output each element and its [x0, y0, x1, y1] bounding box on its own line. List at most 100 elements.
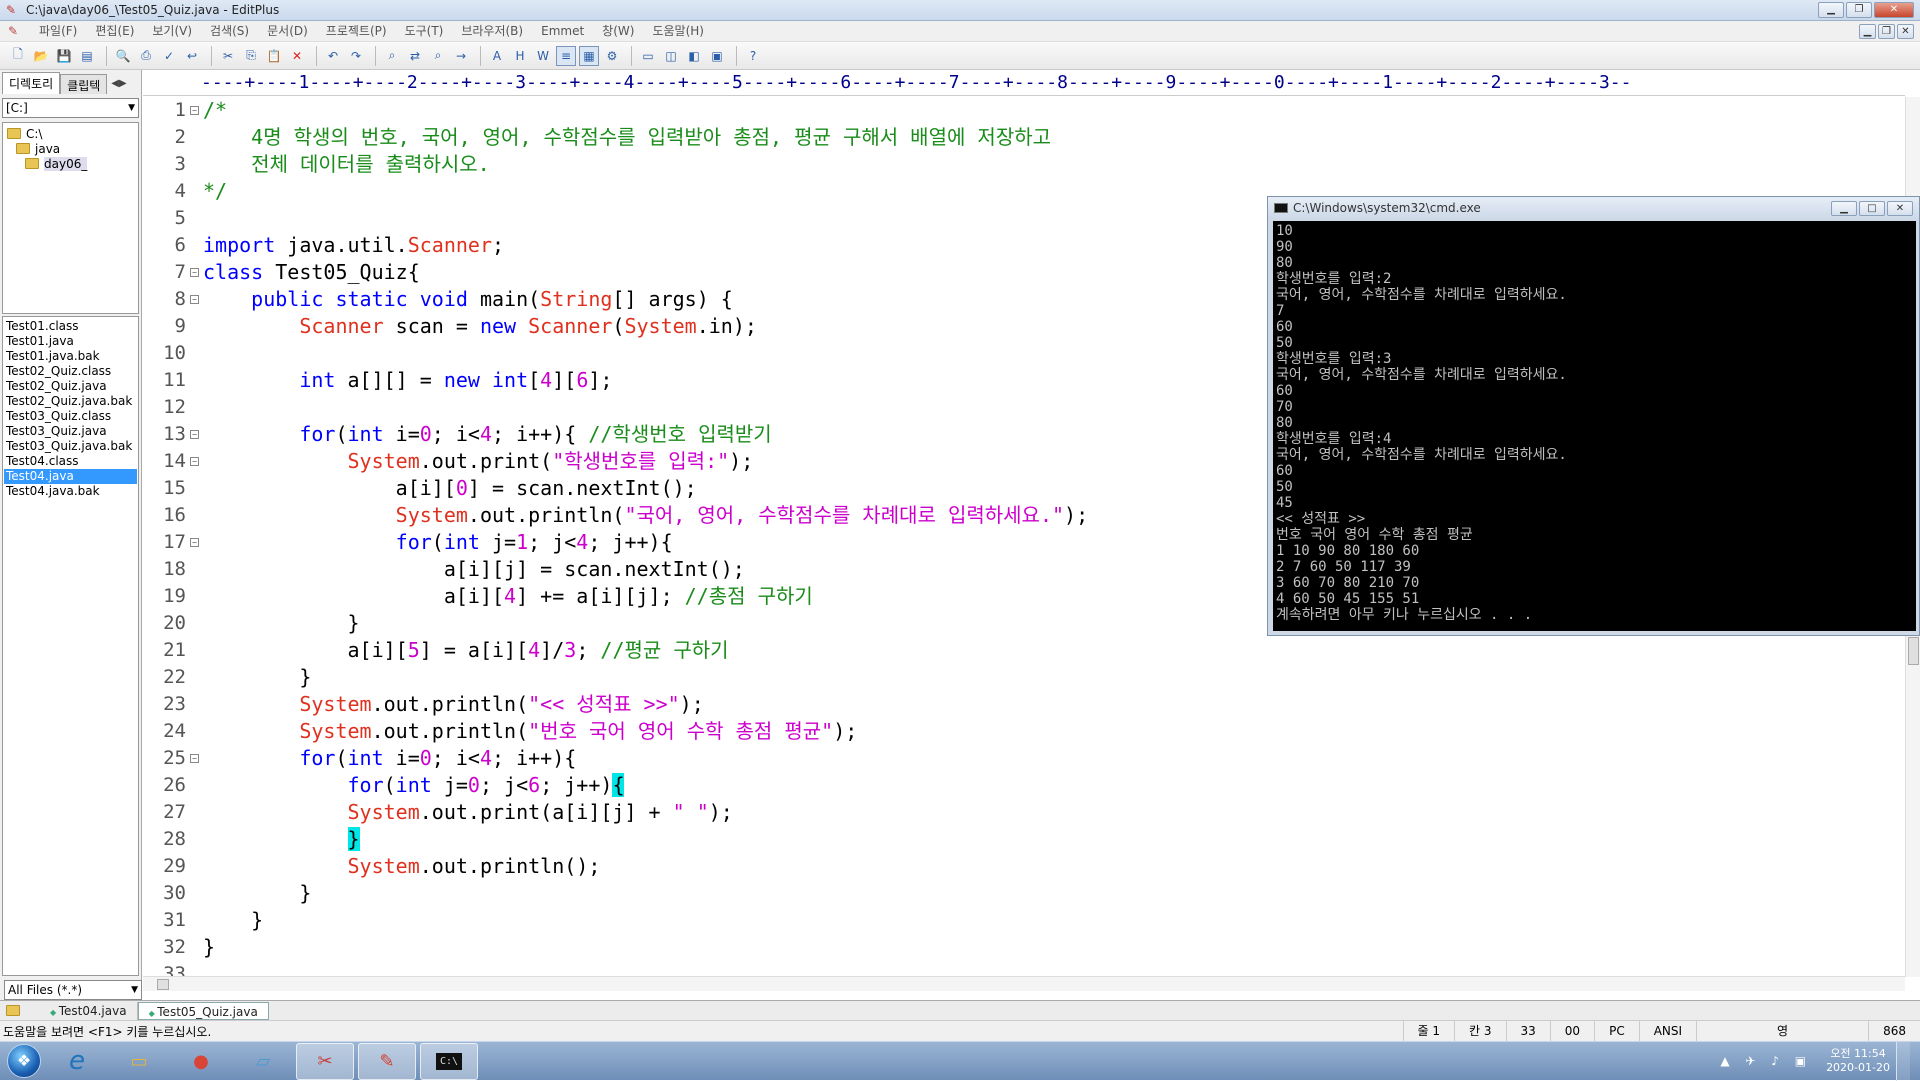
print-icon[interactable]: ⎙ — [136, 46, 156, 66]
menu-item[interactable]: 도움말(H) — [643, 21, 713, 42]
taskbar-app-button[interactable]: C:\ — [420, 1042, 478, 1080]
minimize-button[interactable]: ▁ — [1818, 2, 1844, 18]
horizontal-scrollbar[interactable] — [143, 976, 1905, 991]
scroll-thumb[interactable] — [157, 979, 169, 990]
file-item[interactable]: Test02_Quiz.class — [4, 364, 137, 379]
doc-close-button[interactable]: ✕ — [1897, 23, 1914, 39]
doc-minimize-button[interactable]: ▁ — [1859, 23, 1876, 39]
close-button[interactable]: ✕ — [1874, 2, 1914, 18]
word-wrap-icon[interactable]: ↩ — [182, 46, 202, 66]
help-icon[interactable]: ? — [743, 46, 763, 66]
file-item[interactable]: Test02_Quiz.java — [4, 379, 137, 394]
fold-toggle-icon[interactable]: − — [190, 268, 199, 277]
fold-toggle-icon[interactable]: − — [190, 538, 199, 547]
line-number-icon[interactable]: ≡ — [556, 45, 576, 66]
menu-item[interactable]: 도구(T) — [396, 21, 453, 42]
menu-item[interactable]: Emmet — [532, 21, 593, 42]
document-tabs: ◆ Test04.java ◆ Test05_Quiz.java — [0, 1000, 1920, 1020]
console-minimize-button[interactable]: ▁ — [1831, 200, 1857, 216]
tab-directory[interactable]: 디렉토리 — [2, 72, 61, 94]
wordwrap-icon[interactable]: W — [533, 46, 553, 66]
scroll-thumb[interactable] — [1908, 637, 1919, 665]
new-file-icon[interactable]: 🗋 — [8, 46, 28, 66]
paste-icon[interactable]: 📋 — [264, 46, 284, 66]
file-item[interactable]: Test03_Quiz.java.bak — [4, 439, 137, 454]
console-window[interactable]: C:\Windows\system32\cmd.exe ▁ □ ✕ 10 90 80… — [1267, 196, 1920, 636]
open-file-icon[interactable]: 📂 — [31, 46, 51, 66]
console-output[interactable]: 10 90 80 학생번호를 입력:2 국어, 영어, 수학점수를 차례대로 입력하세요… — [1273, 221, 1916, 631]
tree-item[interactable]: java — [7, 141, 134, 156]
file-item[interactable]: Test04.java — [4, 469, 137, 484]
layout-icon[interactable]: ▭ — [638, 46, 658, 66]
font-icon[interactable]: A — [487, 46, 507, 66]
taskbar-app-button[interactable]: ✎ — [358, 1042, 416, 1080]
undo-icon[interactable]: ↶ — [323, 46, 343, 66]
console-close-button[interactable]: ✕ — [1887, 200, 1913, 216]
file-item[interactable]: Test02_Quiz.java.bak — [4, 394, 137, 409]
spell-check-icon[interactable]: ✓ — [159, 46, 179, 66]
tab-scroll-arrows[interactable]: ◀▶ — [111, 74, 126, 94]
goto-icon[interactable]: → — [451, 46, 471, 66]
file-item[interactable]: Test01.java.bak — [4, 349, 137, 364]
menu-item[interactable]: 보기(V) — [143, 21, 201, 42]
cut-icon[interactable]: ✂ — [218, 46, 238, 66]
replace-icon[interactable]: ⇄ — [405, 46, 425, 66]
menu-item[interactable]: 창(W) — [593, 21, 643, 42]
tray-icons[interactable]: ▲ ✈ ♪ ▣ — [1720, 1054, 1812, 1068]
show-desktop-button[interactable] — [1896, 1041, 1910, 1081]
delete-icon[interactable]: ✕ — [287, 46, 307, 66]
taskbar-app-button[interactable]: ● — [172, 1043, 230, 1080]
print-preview-icon[interactable]: 🔍 — [113, 46, 133, 66]
save-icon[interactable]: 💾 — [54, 46, 74, 66]
start-button[interactable]: ❖ — [0, 1042, 48, 1080]
file-item[interactable]: Test03_Quiz.java — [4, 424, 137, 439]
file-item[interactable]: Test03_Quiz.class — [4, 409, 137, 424]
doc-restore-button[interactable]: ❐ — [1878, 23, 1895, 39]
taskbar-app-button[interactable]: e — [48, 1043, 106, 1080]
redo-icon[interactable]: ↷ — [346, 46, 366, 66]
taskbar-app-button[interactable]: ▭ — [110, 1043, 168, 1080]
menu-item[interactable]: 브라우저(B) — [452, 21, 532, 42]
output-icon[interactable]: ▣ — [707, 46, 727, 66]
file-filter-select[interactable]: All Files (*.*) ▼ — [4, 980, 142, 1000]
console-line: 학생번호를 입력:2 — [1276, 271, 1392, 287]
find-in-files-icon[interactable]: ⌕ — [428, 46, 448, 66]
save-all-icon[interactable]: ▤ — [77, 46, 97, 66]
file-item[interactable]: Test04.java.bak — [4, 484, 137, 499]
fold-toggle-icon[interactable]: − — [190, 106, 199, 115]
settings-icon[interactable]: ⚙ — [602, 46, 622, 66]
restore-button[interactable]: ❐ — [1846, 2, 1872, 18]
tree-item[interactable]: day06_ — [7, 156, 134, 171]
find-icon[interactable]: ⌕ — [382, 46, 402, 66]
drive-select[interactable]: [C:] ▼ — [2, 98, 139, 118]
fold-toggle-icon[interactable]: − — [190, 457, 199, 466]
split-icon[interactable]: ◫ — [661, 46, 681, 66]
menu-item[interactable]: 문서(D) — [258, 21, 317, 42]
taskbar-app-button[interactable]: ✂ — [296, 1042, 354, 1080]
fold-toggle-icon[interactable]: − — [190, 430, 199, 439]
file-item[interactable]: Test01.class — [4, 319, 137, 334]
document-menu-icon[interactable]: ✎ — [8, 24, 22, 38]
fold-toggle-icon[interactable]: − — [190, 295, 199, 304]
menu-item[interactable]: 프로젝트(P) — [317, 21, 396, 42]
copy-icon[interactable]: ⎘ — [241, 46, 261, 66]
menu-item[interactable]: 검색(S) — [201, 21, 258, 42]
menu-item[interactable]: 파일(F) — [30, 21, 86, 42]
console-maximize-button[interactable]: □ — [1859, 200, 1885, 216]
file-item[interactable]: Test01.java — [4, 334, 137, 349]
taskbar-app-button[interactable]: ▱ — [234, 1043, 292, 1080]
clock[interactable]: 오전 11:54 2020-01-20 — [1826, 1047, 1890, 1075]
browser-icon[interactable]: ◧ — [684, 46, 704, 66]
tree-item[interactable]: C:\ — [7, 126, 134, 141]
document-tab[interactable]: ◆ Test04.java — [40, 1001, 138, 1020]
menu-item[interactable]: 편집(E) — [86, 21, 143, 42]
document-tab[interactable]: ◆ Test05_Quiz.java — [137, 1001, 269, 1020]
fold-toggle-icon[interactable]: − — [190, 754, 199, 763]
tab-cliptext[interactable]: 클립텍 — [60, 74, 108, 94]
hex-icon[interactable]: H — [510, 46, 530, 66]
code-token: 4명 학생의 번호, 국어, 영어, 수학점수를 입력받아 총점, 평균 구해서… — [203, 125, 1052, 149]
file-item[interactable]: Test04.class — [4, 454, 137, 469]
column-select-icon[interactable]: ▦ — [579, 45, 599, 66]
code-token: [ — [528, 368, 541, 392]
toolbar-separator — [736, 45, 737, 66]
